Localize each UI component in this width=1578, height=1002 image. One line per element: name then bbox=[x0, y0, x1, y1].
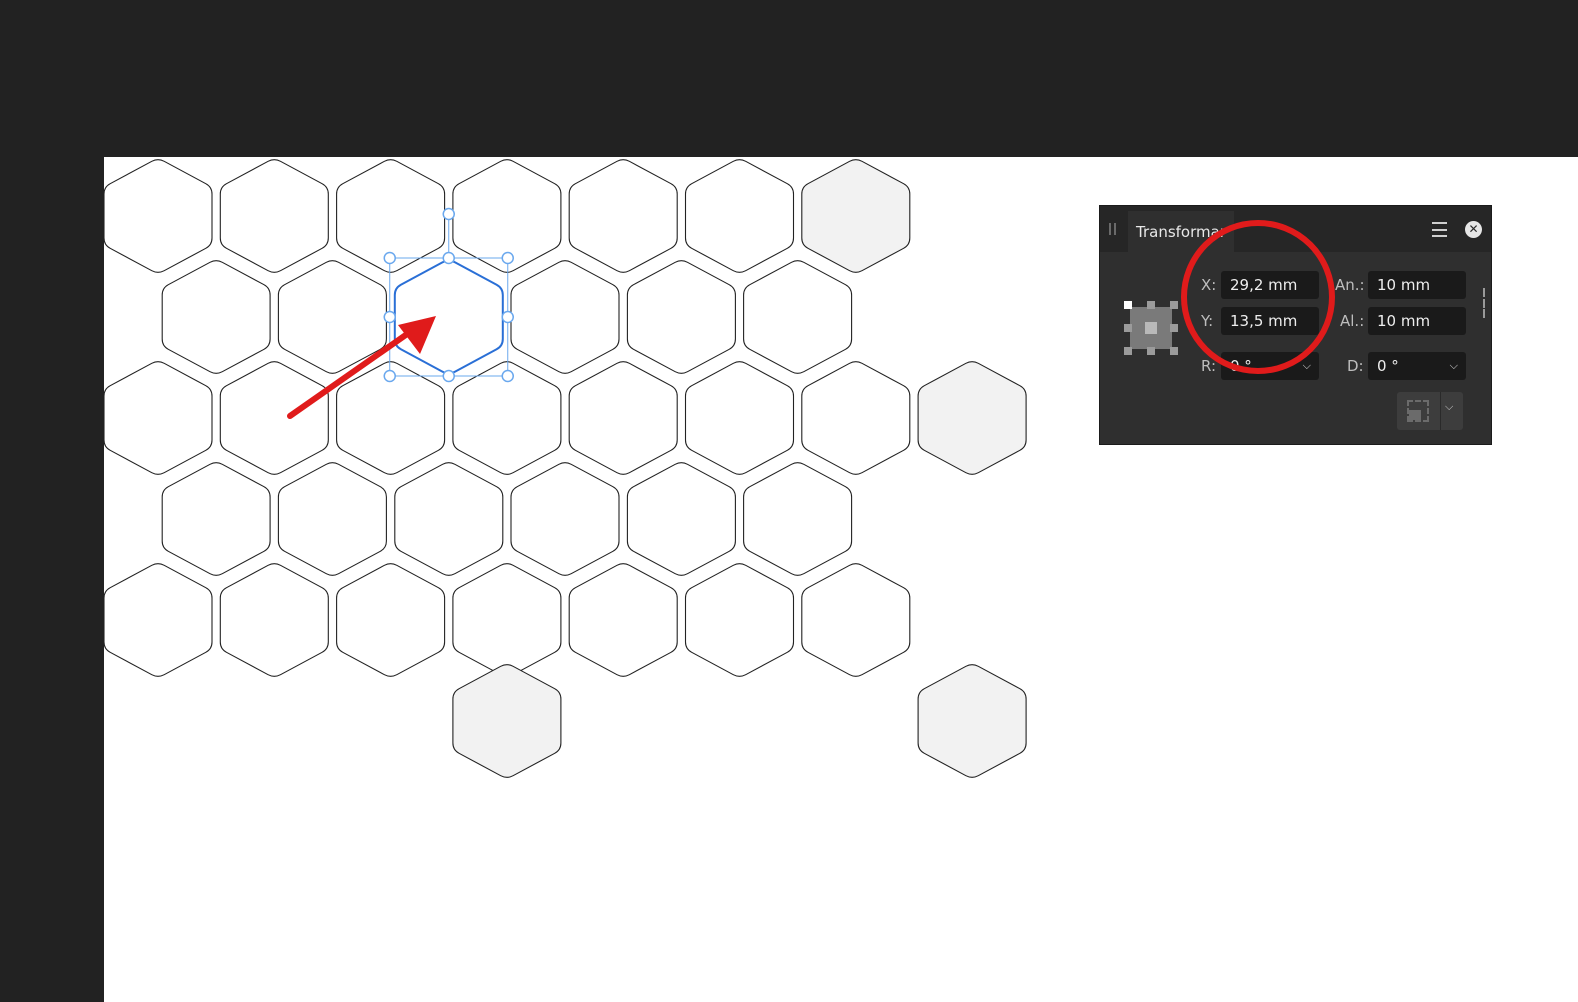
hexagon-shape[interactable] bbox=[626, 260, 736, 374]
anchor-bottom-left[interactable] bbox=[1124, 347, 1132, 355]
chevron-down-icon: ⌵ bbox=[1302, 359, 1311, 372]
resize-handle[interactable] bbox=[383, 369, 396, 383]
hexagon-shape[interactable] bbox=[103, 563, 213, 677]
width-field[interactable]: 10 mm bbox=[1368, 271, 1466, 299]
height-field[interactable]: 10 mm bbox=[1368, 307, 1466, 335]
hexagon-shape[interactable] bbox=[394, 260, 504, 374]
hexagon-shape[interactable] bbox=[161, 260, 271, 374]
anchor-bottom-center[interactable] bbox=[1147, 347, 1155, 355]
y-label: Y: bbox=[1201, 312, 1214, 330]
chevron-down-icon[interactable]: ⌵ bbox=[1445, 400, 1453, 414]
rotation-handle[interactable] bbox=[442, 207, 455, 221]
rotation-value: 0 ° bbox=[1230, 357, 1252, 375]
resize-handle[interactable] bbox=[442, 369, 455, 383]
resize-handle[interactable] bbox=[442, 251, 455, 265]
link-proportions-icon[interactable] bbox=[1483, 288, 1485, 318]
hexagon-shape[interactable] bbox=[684, 361, 795, 475]
hexagon-shape[interactable] bbox=[336, 563, 446, 677]
shear-value: 0 ° bbox=[1377, 357, 1399, 375]
height-label: Al.: bbox=[1340, 312, 1365, 330]
drag-grip-icon[interactable] bbox=[1109, 223, 1117, 235]
anchor-middle-left[interactable] bbox=[1124, 324, 1132, 332]
hexagon-shape[interactable] bbox=[684, 159, 795, 273]
hexagon-shape[interactable] bbox=[568, 563, 678, 677]
anchor-center[interactable] bbox=[1145, 322, 1157, 334]
anchor-point-selector[interactable] bbox=[1124, 301, 1178, 355]
transform-options-button[interactable]: ⌵ bbox=[1397, 392, 1463, 430]
hexagon-shape[interactable] bbox=[277, 462, 387, 576]
anchor-top-left[interactable] bbox=[1124, 301, 1132, 309]
hamburger-menu-icon[interactable] bbox=[1432, 222, 1447, 237]
hexagon-shape[interactable] bbox=[801, 563, 911, 677]
resize-handle[interactable] bbox=[501, 251, 514, 265]
hexagon-shape[interactable] bbox=[568, 361, 678, 475]
hexagon-shape[interactable] bbox=[917, 361, 1027, 475]
hexagon-shape[interactable] bbox=[510, 260, 620, 374]
rotation-select[interactable]: 0 ° ⌵ bbox=[1221, 352, 1319, 380]
tab-transform[interactable]: Transformar bbox=[1128, 211, 1234, 252]
rotation-label: R: bbox=[1201, 357, 1217, 375]
hexagon-layer bbox=[103, 159, 1027, 778]
hexagon-shape[interactable] bbox=[568, 159, 678, 273]
resize-handle[interactable] bbox=[501, 369, 514, 383]
chevron-down-icon: ⌵ bbox=[1449, 359, 1458, 372]
app-window: Transformar ✕ X: 29,2 mm Y: 13,5 mm An.:… bbox=[0, 0, 1578, 1002]
close-icon[interactable]: ✕ bbox=[1465, 221, 1482, 238]
anchor-bottom-right[interactable] bbox=[1170, 347, 1178, 355]
hexagon-shape[interactable] bbox=[219, 159, 329, 273]
hexagon-shape[interactable] bbox=[626, 462, 736, 576]
hexagon-shape[interactable] bbox=[801, 361, 911, 475]
hexagon-shape[interactable] bbox=[743, 260, 853, 374]
resize-handle[interactable] bbox=[383, 251, 396, 265]
panel-header: Transformar ✕ bbox=[1100, 206, 1491, 252]
hexagon-shape[interactable] bbox=[161, 462, 271, 576]
transform-panel: Transformar ✕ X: 29,2 mm Y: 13,5 mm An.:… bbox=[1099, 205, 1492, 445]
hexagon-shape[interactable] bbox=[743, 462, 853, 576]
x-position-field[interactable]: 29,2 mm bbox=[1221, 271, 1319, 299]
hexagon-shape[interactable] bbox=[103, 159, 213, 273]
shear-select[interactable]: 0 ° ⌵ bbox=[1368, 352, 1466, 380]
hexagon-shape[interactable] bbox=[394, 462, 504, 576]
hexagon-shape[interactable] bbox=[452, 664, 562, 778]
y-position-field[interactable]: 13,5 mm bbox=[1221, 307, 1319, 335]
hexagon-shape[interactable] bbox=[801, 159, 911, 273]
hexagon-shape[interactable] bbox=[684, 563, 795, 677]
hexagon-shape[interactable] bbox=[510, 462, 620, 576]
resize-handle[interactable] bbox=[383, 310, 396, 324]
width-label: An.: bbox=[1335, 276, 1365, 294]
anchor-middle-right[interactable] bbox=[1170, 324, 1178, 332]
bounding-box-icon bbox=[1407, 400, 1429, 422]
hexagon-shape[interactable] bbox=[103, 361, 213, 475]
hexagon-shape[interactable] bbox=[219, 361, 329, 475]
hexagon-shape[interactable] bbox=[219, 563, 329, 677]
hexagon-shape[interactable] bbox=[917, 664, 1027, 778]
anchor-top-right[interactable] bbox=[1170, 301, 1178, 309]
anchor-top-center[interactable] bbox=[1147, 301, 1155, 309]
hexagon-shape[interactable] bbox=[452, 563, 562, 677]
hexagon-shape[interactable] bbox=[277, 260, 387, 374]
x-label: X: bbox=[1201, 276, 1217, 294]
resize-handle[interactable] bbox=[501, 310, 514, 324]
shear-label: D: bbox=[1347, 357, 1364, 375]
